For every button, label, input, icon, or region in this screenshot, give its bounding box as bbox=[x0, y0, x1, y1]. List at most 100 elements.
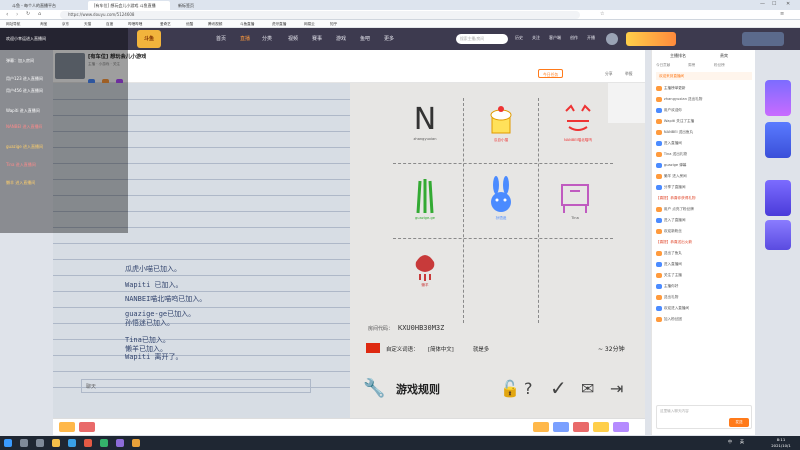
bookmark-item[interactable]: 知乎 bbox=[330, 21, 337, 27]
menu-icon[interactable]: ≡ bbox=[780, 11, 784, 17]
gift-item[interactable] bbox=[533, 422, 549, 432]
nav-follow[interactable]: 关注 bbox=[532, 35, 540, 41]
bookmark-item[interactable]: 天猫 bbox=[84, 21, 91, 27]
gift-item[interactable] bbox=[613, 422, 629, 432]
site-logo[interactable]: 斗鱼 bbox=[137, 30, 161, 48]
side-ad[interactable] bbox=[765, 220, 791, 250]
bookmark-item[interactable]: 京东 bbox=[62, 21, 69, 27]
language-indicator[interactable]: 英 bbox=[740, 439, 744, 445]
side-ad[interactable] bbox=[765, 180, 791, 216]
lock-icon[interactable]: 🔓 bbox=[500, 379, 520, 398]
nav-broadcast[interactable]: 开播 bbox=[587, 35, 595, 41]
nav-item-fishbar[interactable]: 鱼吧 bbox=[360, 35, 370, 42]
nav-item-video[interactable]: 视频 bbox=[288, 35, 298, 42]
cake-icon bbox=[490, 106, 512, 134]
bookmark-item[interactable]: 斗鱼直播 bbox=[240, 21, 254, 27]
home-icon[interactable]: ⌂ bbox=[38, 11, 41, 17]
player-card[interactable]: 懒羊 bbox=[395, 248, 455, 288]
nav-client[interactable]: 客户端 bbox=[549, 35, 561, 41]
search-input[interactable]: 搜索主播/房间 bbox=[456, 34, 508, 44]
subtab-week[interactable]: 周榜 bbox=[688, 63, 695, 68]
gift-item[interactable] bbox=[553, 422, 569, 432]
player-card[interactable]: N zhangyuxian bbox=[395, 103, 455, 142]
gift-item[interactable] bbox=[573, 422, 589, 432]
game-rules-button[interactable]: 游戏规则 bbox=[396, 381, 440, 397]
refresh-icon[interactable]: ↻ bbox=[26, 11, 30, 17]
star-icon[interactable]: ☆ bbox=[600, 11, 604, 17]
tab-ranking[interactable]: 主播排名 bbox=[670, 53, 686, 59]
room-code[interactable]: KXU0HB30M3Z bbox=[398, 324, 444, 332]
nav-item-home[interactable]: 首页 bbox=[216, 35, 226, 42]
share-button[interactable]: 分享 bbox=[605, 71, 613, 77]
browser-tab[interactable]: 新标签页 bbox=[172, 1, 232, 10]
bookmark-item[interactable]: 网址导航 bbox=[6, 21, 20, 27]
mail-icon[interactable]: ✉ bbox=[581, 379, 594, 398]
wheat-icon bbox=[416, 179, 434, 214]
bookmark-item[interactable]: 淘宝 bbox=[40, 21, 47, 27]
question-icon[interactable]: ? bbox=[524, 379, 533, 398]
promo-badge[interactable] bbox=[742, 32, 784, 46]
app-icon[interactable] bbox=[84, 439, 92, 447]
minimize-icon[interactable]: — bbox=[760, 1, 765, 7]
chat-input[interactable]: 这里输入聊天内容 发送 bbox=[656, 405, 752, 429]
exit-icon[interactable]: ⇥ bbox=[610, 379, 623, 398]
checkmark-icon[interactable]: ✓ bbox=[550, 376, 567, 400]
app-icon[interactable] bbox=[116, 439, 124, 447]
gift-item[interactable] bbox=[79, 422, 95, 432]
player-card[interactable]: 瓜自小猫 bbox=[471, 103, 531, 143]
player-card[interactable]: NANBEI喵北喵呜 bbox=[543, 103, 613, 143]
app-icon[interactable] bbox=[100, 439, 108, 447]
report-button[interactable]: 举报 bbox=[625, 71, 633, 77]
back-icon[interactable]: ‹ bbox=[6, 11, 8, 18]
url-field[interactable]: https://www.douyu.com/5124608 bbox=[60, 11, 580, 19]
watermark-corner bbox=[608, 83, 645, 123]
gift-item[interactable] bbox=[593, 422, 609, 432]
player-card[interactable]: guazige-ge bbox=[395, 175, 455, 220]
forward-icon[interactable]: › bbox=[16, 11, 18, 18]
bookmark-item[interactable]: 优酷 bbox=[186, 21, 193, 27]
game-chat-input[interactable]: 聊天 bbox=[81, 379, 311, 393]
promo-banner[interactable] bbox=[626, 32, 676, 46]
tab-vip[interactable]: 贵宾 bbox=[720, 53, 728, 59]
player-card[interactable]: Tina bbox=[545, 175, 605, 220]
nav-create[interactable]: 创作 bbox=[570, 35, 578, 41]
browser-icon[interactable] bbox=[68, 439, 76, 447]
ime-indicator[interactable]: 中 bbox=[728, 439, 732, 445]
system-clock[interactable]: 8:11 2021/10/1 bbox=[765, 437, 797, 449]
bookmark-item[interactable]: 腾讯视频 bbox=[208, 21, 222, 27]
app-icon[interactable] bbox=[132, 439, 140, 447]
bookmark-item[interactable]: 百度 bbox=[106, 21, 113, 27]
avatar[interactable] bbox=[606, 33, 618, 45]
level-badge bbox=[656, 305, 662, 311]
browser-tab-active[interactable]: [有车位] 想玩会儿小游戏 斗鱼直播 bbox=[88, 1, 170, 10]
subtab-today[interactable]: 今日贡献 bbox=[656, 63, 670, 68]
subtab-fans[interactable]: 粉丝榜 bbox=[714, 63, 725, 68]
bookmark-item[interactable]: 哔哩哔哩 bbox=[128, 21, 142, 27]
side-ad[interactable] bbox=[765, 80, 791, 116]
close-icon[interactable]: ✕ bbox=[786, 1, 790, 7]
maximize-icon[interactable]: ☐ bbox=[772, 1, 776, 7]
nav-item-live[interactable]: 直播 bbox=[240, 35, 250, 42]
folder-icon[interactable] bbox=[52, 439, 60, 447]
side-ad[interactable] bbox=[765, 122, 791, 158]
level-badge bbox=[656, 283, 662, 289]
task-button[interactable]: 今日任务 bbox=[538, 69, 564, 78]
browser-tab[interactable]: 斗鱼 - 每个人的直播平台 bbox=[6, 1, 88, 10]
bookmark-item[interactable]: 网易云 bbox=[304, 21, 315, 27]
taskview-icon[interactable] bbox=[36, 439, 44, 447]
search-icon[interactable] bbox=[20, 439, 28, 447]
nav-history[interactable]: 历史 bbox=[515, 35, 523, 41]
nav-item-category[interactable]: 分类 bbox=[262, 35, 272, 42]
nav-item-match[interactable]: 赛事 bbox=[312, 35, 322, 42]
nav-item-more[interactable]: 更多 bbox=[384, 35, 394, 42]
player-card[interactable]: 孙悟迷 bbox=[471, 175, 531, 221]
wrench-icon[interactable]: 🔧 bbox=[363, 378, 385, 399]
bookmark-item[interactable]: 爱奇艺 bbox=[160, 21, 171, 27]
language-select[interactable]: [简体中文] bbox=[428, 345, 454, 353]
ruled-line bbox=[53, 275, 350, 276]
bookmark-item[interactable]: 虎牙直播 bbox=[272, 21, 286, 27]
nav-item-game[interactable]: 游戏 bbox=[336, 35, 346, 42]
start-icon[interactable] bbox=[4, 439, 12, 447]
gift-item[interactable] bbox=[59, 422, 75, 432]
send-button[interactable]: 发送 bbox=[729, 418, 749, 427]
